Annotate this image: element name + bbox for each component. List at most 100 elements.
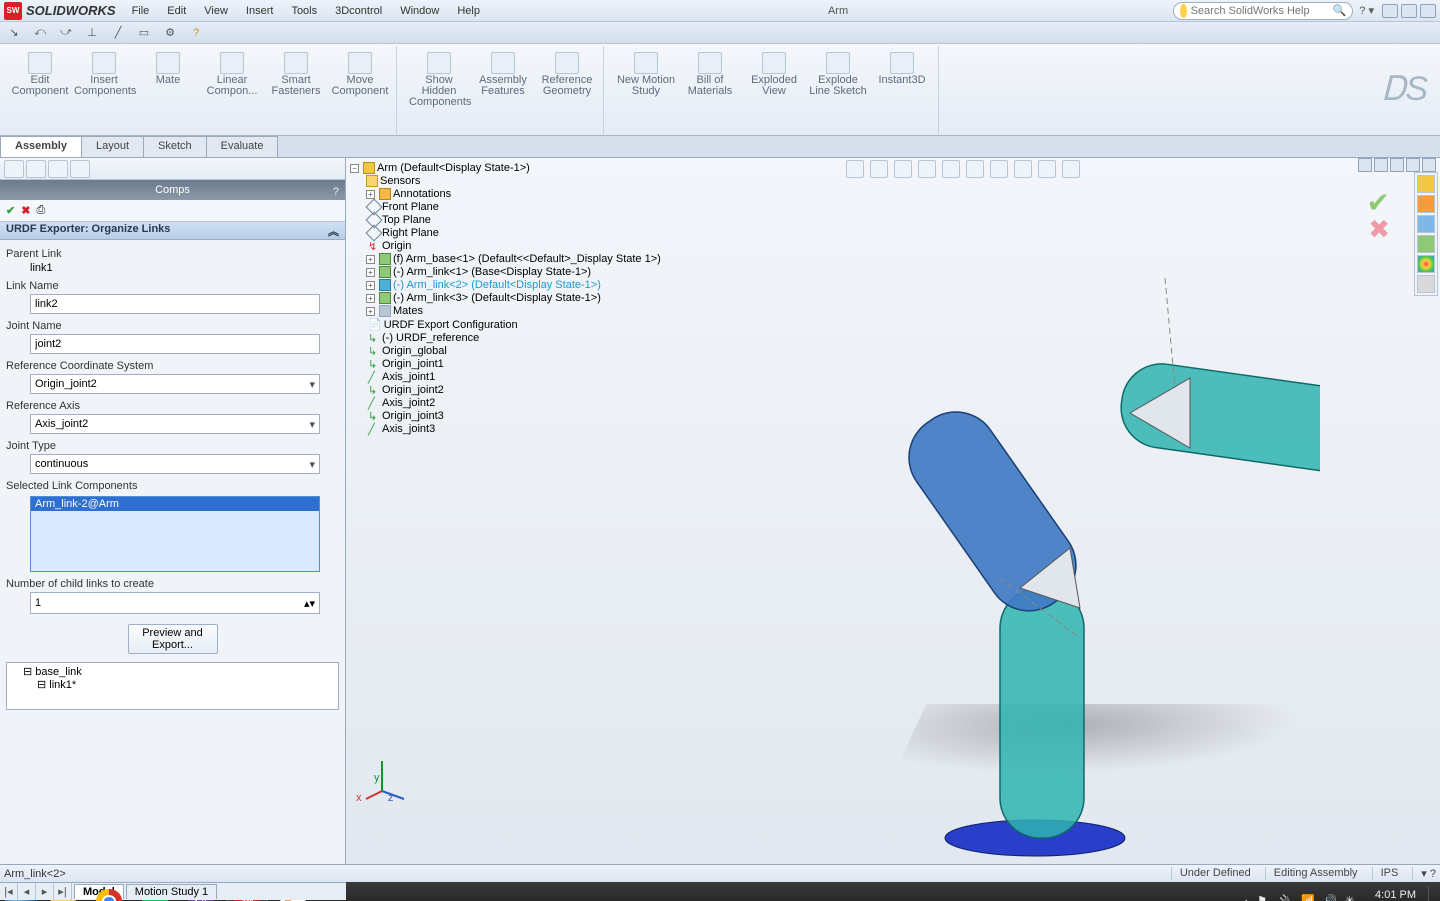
ft-arm-link3[interactable]: (-) Arm_link<3> (Default<Display State-1… [393,292,601,304]
help-search[interactable]: 🔍 [1173,2,1353,20]
qat-arc2-icon[interactable]: ⤻ [58,25,74,41]
tray-clock[interactable]: 4:01 PM 9/26/2012 [1367,890,1416,901]
status-units[interactable]: IPS [1372,867,1399,880]
ft-urdf-conf[interactable]: URDF Export Configuration [384,319,518,331]
tab-sketch[interactable]: Sketch [143,136,207,157]
close-button[interactable] [1420,4,1436,18]
restore-button[interactable] [1401,4,1417,18]
collapse-icon[interactable]: ︽ [328,223,339,239]
tp-custom-icon[interactable] [1417,275,1435,293]
view-orient-icon[interactable] [942,160,960,178]
plus-icon[interactable]: + [366,281,375,290]
minimize-button[interactable] [1382,4,1398,18]
num-child-stepper[interactable]: 1▴▾ [30,592,320,614]
cmd-motion-study[interactable]: New Motion Study [616,48,676,132]
menu-edit[interactable]: Edit [159,3,194,19]
graphics-viewport[interactable]: ✔ ✖ −Arm (Default<Display State-1>) Sens… [346,158,1440,864]
appearance-icon[interactable] [1014,160,1032,178]
pm-pushpin-icon[interactable]: ⎙ [36,204,45,217]
bt-next[interactable]: ▸ [36,883,54,900]
ft-oj1[interactable]: Origin_joint1 [382,358,444,370]
cmd-edit-component[interactable]: Edit Component [10,48,70,132]
tab-motion-study[interactable]: Motion Study 1 [126,884,217,899]
preview-export-button[interactable]: Preview and Export... [128,624,218,654]
joint-type-select[interactable]: continuous▾ [30,454,320,474]
sel-comp-list[interactable]: Arm_link-2@Arm [30,496,320,572]
cmd-show-hidden[interactable]: Show Hidden Components [409,48,469,132]
zoom-area-icon[interactable] [870,160,888,178]
cmd-assembly-features[interactable]: Assembly Features [473,48,533,132]
cmd-exploded-view[interactable]: Exploded View [744,48,804,132]
ft-right[interactable]: Right Plane [382,227,439,239]
ft-aj2[interactable]: Axis_joint2 [382,397,435,409]
menu-window[interactable]: Window [392,3,447,19]
help-dropdown[interactable]: ? ▾ [1359,4,1374,17]
qat-help-icon[interactable]: ? [188,25,204,41]
ft-arm-base[interactable]: (f) Arm_base<1> (Default<<Default>_Displ… [393,253,661,265]
status-extra-icon[interactable]: ▾ ? [1412,867,1436,880]
display-style-icon[interactable] [966,160,984,178]
ft-root[interactable]: Arm (Default<Display State-1>) [377,162,530,174]
ref-coord-select[interactable]: Origin_joint2▾ [30,374,320,394]
fm-tab-property[interactable] [26,160,46,178]
ft-mates[interactable]: Mates [393,305,423,317]
tp-view-palette-icon[interactable] [1417,235,1435,253]
ft-front[interactable]: Front Plane [382,201,439,213]
tp-explorer-icon[interactable] [1417,215,1435,233]
cmd-linear-pattern[interactable]: Linear Compon... [202,48,262,132]
vp-close[interactable] [1422,158,1436,172]
section-view-icon[interactable] [918,160,936,178]
tp-appearances-icon[interactable] [1417,255,1435,273]
fm-tab-config[interactable] [48,160,68,178]
show-desktop-button[interactable] [1428,886,1436,901]
plus-icon[interactable]: + [366,255,375,264]
link-hierarchy[interactable]: ⊟ base_link ⊟ link1* [6,662,339,710]
qat-gear-icon[interactable]: ⚙ [162,25,178,41]
bt-first[interactable]: |◂ [0,883,18,900]
menu-help[interactable]: Help [449,3,488,19]
plus-icon[interactable]: + [366,268,375,277]
cmd-explode-line-sketch[interactable]: Explode Line Sketch [808,48,868,132]
urdf-section-header[interactable]: URDF Exporter: Organize Links ︽ [0,222,345,240]
ft-aj1[interactable]: Axis_joint1 [382,371,435,383]
hide-show-icon[interactable] [990,160,1008,178]
joint-name-input[interactable] [30,334,320,354]
view-settings-icon[interactable] [1062,160,1080,178]
qat-perp-icon[interactable]: ⊥ [84,25,100,41]
plus-icon[interactable]: + [366,294,375,303]
pm-cancel-button[interactable]: ✖ [21,204,30,217]
sel-comp-item[interactable]: Arm_link-2@Arm [31,497,319,511]
ft-top[interactable]: Top Plane [382,214,431,226]
qat-line-icon[interactable]: ╱ [110,25,126,41]
vp-min[interactable] [1390,158,1404,172]
ft-og[interactable]: Origin_global [382,345,447,357]
ref-axis-select[interactable]: Axis_joint2▾ [30,414,320,434]
cmd-move-component[interactable]: Move Component [330,48,390,132]
spinner-icon[interactable]: ▴▾ [304,597,315,610]
minus-icon[interactable]: ⊟ [23,666,32,678]
vp-restore[interactable] [1406,158,1420,172]
ft-origin[interactable]: Origin [382,240,411,252]
tab-layout[interactable]: Layout [81,136,144,157]
zoom-fit-icon[interactable] [846,160,864,178]
ft-oj2[interactable]: Origin_joint2 [382,384,444,396]
minus-icon[interactable]: ⊟ [37,679,46,691]
cmd-bom[interactable]: Bill of Materials [680,48,740,132]
ft-annotations[interactable]: Annotations [393,188,451,200]
model-view[interactable] [720,218,1320,858]
cmd-smart-fasteners[interactable]: Smart Fasteners [266,48,326,132]
vp-single[interactable] [1374,158,1388,172]
menu-view[interactable]: View [196,3,236,19]
plus-icon[interactable]: + [366,190,375,199]
flyout-feature-tree[interactable]: −Arm (Default<Display State-1>) Sensors … [350,162,661,436]
fm-tab-dimexpert[interactable] [70,160,90,178]
menu-insert[interactable]: Insert [238,3,282,19]
qat-arc-icon[interactable]: ⤺ [32,25,48,41]
plus-icon[interactable]: + [366,307,375,316]
cmd-insert-components[interactable]: Insert Components [74,48,134,132]
menu-tools[interactable]: Tools [283,3,325,19]
menu-3dcontrol[interactable]: 3Dcontrol [327,3,390,19]
pm-help-icon[interactable]: ? [333,182,339,202]
ft-oj3[interactable]: Origin_joint3 [382,410,444,422]
scene-icon[interactable] [1038,160,1056,178]
